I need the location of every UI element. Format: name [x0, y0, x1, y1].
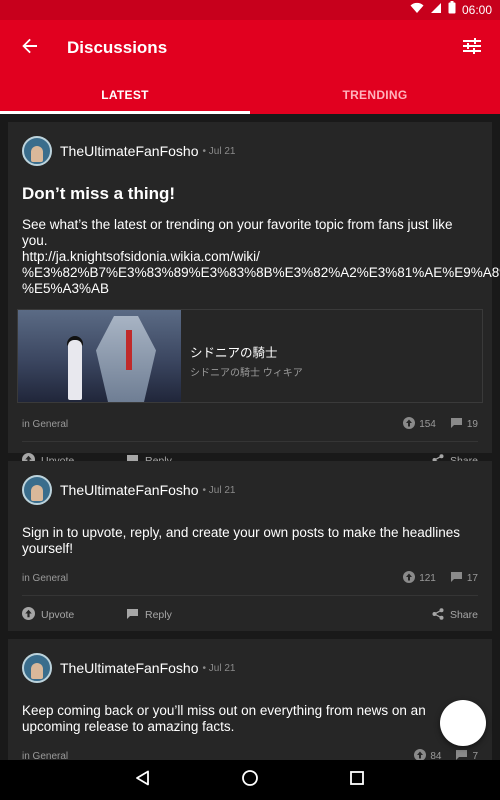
share-icon	[432, 607, 444, 623]
filter-button[interactable]	[444, 20, 500, 76]
comment-icon	[455, 749, 468, 761]
upvote-icon	[414, 748, 427, 760]
upvote-icon	[403, 416, 416, 432]
upvote-count: 154	[403, 416, 436, 432]
post-card[interactable]: TheUltimateFanFosho • Jul 21 Don’t miss …	[8, 122, 500, 467]
link-preview-title: シドニアの騎士	[190, 346, 278, 360]
link-preview[interactable]: シドニアの騎士 シドニアの騎士 ウィキア	[17, 309, 483, 403]
share-button[interactable]: Share	[432, 607, 478, 623]
upvote-icon	[22, 607, 35, 623]
tab-latest[interactable]: LATEST	[0, 76, 250, 114]
post-card[interactable]: TheUltimateFanFosho • Jul 21 Keep coming…	[8, 639, 492, 760]
tab-bar: LATEST TRENDING	[0, 76, 500, 114]
nav-home-button[interactable]	[230, 760, 270, 800]
comment-icon	[450, 571, 463, 586]
post-body: Keep coming back or you’ll miss out on e…	[22, 703, 426, 734]
reply-count: 17	[450, 571, 478, 586]
avatar[interactable]	[22, 136, 52, 166]
battery-icon	[448, 1, 456, 19]
link-preview-subtitle: シドニアの騎士 ウィキア	[190, 368, 303, 379]
post-date: • Jul 21	[202, 145, 236, 157]
nav-recents-icon	[349, 770, 364, 790]
comment-icon	[126, 608, 139, 623]
post-body: Sign in to upvote, reply, and create you…	[22, 525, 461, 556]
signal-icon	[430, 1, 442, 19]
post-body: See what’s the latest or trending on you…	[22, 217, 500, 296]
avatar[interactable]	[22, 653, 52, 683]
upvote-button[interactable]: Upvote	[22, 607, 126, 623]
wifi-icon	[410, 1, 424, 19]
avatar[interactable]	[22, 475, 52, 505]
author-name[interactable]: TheUltimateFanFosho	[60, 660, 199, 676]
post-card[interactable]: TheUltimateFanFosho • Jul 21 Sign in to …	[8, 461, 492, 631]
post-category[interactable]: in General	[22, 573, 395, 584]
post-date: • Jul 21	[202, 662, 236, 674]
upvote-count: 84	[414, 748, 441, 760]
discussion-feed[interactable]: TheUltimateFanFosho • Jul 21 Don’t miss …	[0, 114, 500, 760]
upvote-icon	[403, 570, 416, 586]
reply-button[interactable]: Reply	[126, 608, 230, 623]
link-preview-thumbnail	[18, 310, 181, 402]
author-name[interactable]: TheUltimateFanFosho	[60, 143, 199, 159]
nav-recents-button[interactable]	[337, 760, 377, 800]
post-date: • Jul 21	[202, 484, 236, 496]
upvote-count: 121	[403, 570, 436, 586]
back-button[interactable]	[0, 20, 60, 76]
system-nav-bar	[0, 760, 500, 800]
tab-trending[interactable]: TRENDING	[250, 76, 500, 114]
filter-icon	[463, 37, 481, 59]
back-arrow-icon	[22, 38, 38, 59]
status-time: 06:00	[461, 3, 492, 17]
nav-back-icon	[135, 770, 151, 791]
reply-count: 7	[455, 749, 478, 761]
nav-home-icon	[241, 769, 259, 792]
new-post-fab[interactable]	[440, 700, 486, 746]
app-bar: Discussions	[0, 20, 500, 76]
post-headline: Don’t miss a thing!	[22, 184, 175, 203]
status-bar: 06:00	[0, 0, 500, 20]
nav-back-button[interactable]	[123, 760, 163, 800]
comment-icon	[450, 417, 463, 432]
page-title: Discussions	[67, 38, 168, 57]
author-name[interactable]: TheUltimateFanFosho	[60, 482, 199, 498]
reply-count: 19	[450, 417, 478, 432]
post-category[interactable]: in General	[22, 751, 406, 761]
post-category[interactable]: in General	[22, 419, 395, 430]
